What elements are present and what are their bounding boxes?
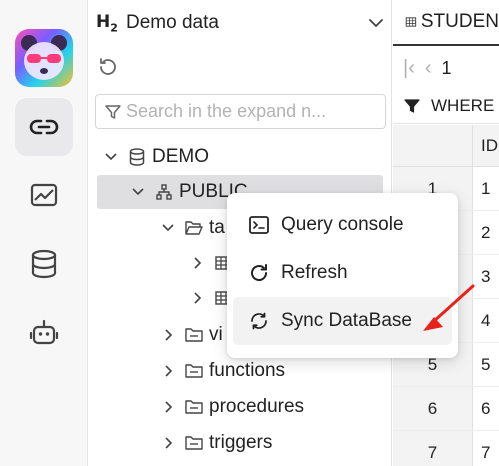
cell-id[interactable]: 4 (473, 299, 499, 342)
cell-id[interactable]: 7 (473, 431, 499, 466)
tree-search-box[interactable] (95, 94, 386, 129)
schema-icon (153, 181, 175, 203)
tree-search-input[interactable] (126, 101, 376, 122)
rail-ai-button[interactable] (15, 304, 73, 362)
folder-icon (183, 324, 205, 346)
cell-id[interactable]: 2 (473, 211, 499, 254)
tab-students[interactable]: STUDEN (393, 0, 499, 46)
tree-node-tables[interactable]: ta (159, 211, 225, 245)
column-header-id[interactable]: ID (473, 125, 499, 166)
menu-item-refresh[interactable]: Refresh (233, 249, 452, 297)
grid-header: ID (393, 125, 499, 167)
filter-icon (404, 99, 420, 113)
tree-node-functions[interactable]: functions (159, 354, 285, 388)
rail-dashboard-button[interactable] (15, 166, 73, 224)
sync-icon (247, 309, 271, 333)
app-logo[interactable] (15, 29, 73, 87)
chevron-down-icon[interactable] (366, 13, 386, 33)
table-row[interactable]: 66 (393, 387, 499, 431)
row-number: 6 (393, 387, 473, 430)
terminal-icon (247, 213, 271, 237)
chevron-down-icon[interactable] (102, 148, 120, 166)
cell-id[interactable]: 3 (473, 255, 499, 298)
cell-id[interactable]: 1 (473, 167, 499, 210)
table-row[interactable]: 77 (393, 431, 499, 466)
chevron-right-icon[interactable] (159, 398, 177, 416)
where-filter[interactable]: WHERE (393, 89, 499, 124)
robot-icon (29, 319, 59, 345)
chevron-right-icon[interactable] (188, 289, 206, 307)
tree-node-procedures[interactable]: procedures (159, 390, 304, 424)
refresh-icon (247, 261, 271, 285)
chevron-down-icon[interactable] (129, 183, 147, 201)
menu-item-label: Sync DataBase (281, 310, 412, 331)
folder-icon (183, 432, 205, 454)
tree-node-label: triggers (209, 432, 273, 453)
row-number: 7 (393, 431, 473, 466)
tree-node-label: ta (209, 217, 225, 238)
where-label: WHERE (431, 96, 495, 115)
folder-open-icon (183, 217, 205, 239)
tree-node-label: functions (209, 360, 286, 381)
database-icon (126, 146, 148, 168)
chevron-right-icon[interactable] (159, 326, 177, 344)
rail-connections-button[interactable] (15, 98, 73, 156)
chevron-right-icon[interactable] (159, 362, 177, 380)
menu-item-label: Query console (281, 214, 404, 235)
chevron-right-icon[interactable] (159, 434, 177, 452)
tree-node-triggers[interactable]: triggers (159, 426, 272, 460)
rail-database-button[interactable] (15, 235, 73, 293)
h2-logo: H2 (96, 11, 118, 35)
menu-item-query-console[interactable]: Query console (233, 201, 452, 249)
database-icon (31, 249, 57, 279)
chart-icon (30, 183, 58, 207)
row-number-header (393, 125, 473, 166)
table-icon (405, 17, 417, 27)
tree-node-views[interactable]: vi (159, 318, 223, 352)
chevron-down-icon[interactable] (159, 219, 177, 237)
refresh-tree-icon[interactable] (96, 55, 120, 79)
context-menu: Query console Refresh Sync DataBase (227, 193, 458, 358)
tree-node-label: procedures (209, 396, 305, 417)
panda-logo-icon (21, 35, 67, 80)
filter-icon (105, 104, 121, 119)
cell-id[interactable]: 5 (473, 343, 499, 386)
page-number[interactable]: 1 (442, 58, 452, 79)
datasource-title: Demo data (126, 12, 219, 33)
cell-id[interactable]: 6 (473, 387, 499, 430)
folder-icon (183, 360, 205, 382)
datasource-selector[interactable]: H2 Demo data (96, 8, 386, 38)
folder-icon (183, 396, 205, 418)
tree-node-demo[interactable]: DEMO (102, 140, 209, 174)
pagination: |‹ ‹ 1 (393, 47, 499, 89)
app-sidebar (0, 0, 88, 466)
tree-node-label: vi (209, 324, 223, 345)
first-page-icon[interactable]: |‹ (403, 57, 415, 80)
tab-label: STUDEN (420, 11, 499, 32)
chevron-right-icon[interactable] (188, 254, 206, 272)
prev-page-icon[interactable]: ‹ (425, 57, 432, 80)
menu-item-label: Refresh (281, 262, 348, 283)
menu-item-sync-database[interactable]: Sync DataBase (233, 297, 452, 345)
tree-node-label: DEMO (152, 146, 209, 167)
link-icon (29, 119, 59, 135)
